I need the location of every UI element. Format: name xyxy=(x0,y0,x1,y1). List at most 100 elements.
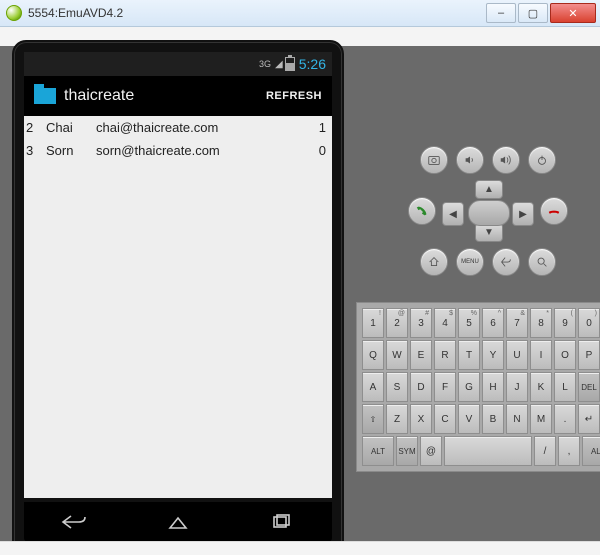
key-d[interactable]: D xyxy=(410,372,432,402)
hw-menu-button[interactable]: MENU xyxy=(456,248,484,276)
folder-icon xyxy=(34,88,56,104)
clock: 5:26 xyxy=(299,56,326,72)
key-0[interactable]: )0 xyxy=(578,308,600,338)
hw-dpad-left[interactable]: ◀ xyxy=(442,202,464,226)
key-w[interactable]: W xyxy=(386,340,408,370)
window-title: 5554:EmuAVD4.2 xyxy=(28,6,123,20)
key-8[interactable]: *8 xyxy=(530,308,552,338)
key-m[interactable]: M xyxy=(530,404,552,434)
key-o[interactable]: O xyxy=(554,340,576,370)
battery-icon xyxy=(285,57,295,71)
hw-home-button[interactable] xyxy=(420,248,448,276)
key-a[interactable]: A xyxy=(362,372,384,402)
hw-dpad: ▲ ▼ ◀ ▶ xyxy=(442,180,534,242)
hw-call-button[interactable] xyxy=(408,197,436,225)
key-alt[interactable]: ALT xyxy=(362,436,394,466)
key-6[interactable]: ^6 xyxy=(482,308,504,338)
data-list: 2 Chai chai@thaicreate.com 1 3 Sorn sorn… xyxy=(24,116,332,162)
window-minimize-button[interactable]: – xyxy=(486,3,516,23)
emulator-body: 3G ◢ 5:26 thaicreate REFRESH xyxy=(0,46,600,555)
app-action-bar: thaicreate REFRESH xyxy=(24,76,332,116)
key-7[interactable]: &7 xyxy=(506,308,528,338)
key-[interactable] xyxy=(444,436,532,466)
hardware-keyboard: !1@2#3$4%5^6&7*8(9)0 QWERTYUIOP ASDFGHJK… xyxy=(356,302,600,472)
key-e[interactable]: E xyxy=(410,340,432,370)
key-z[interactable]: Z xyxy=(386,404,408,434)
hw-dpad-center[interactable] xyxy=(468,200,510,226)
key-g[interactable]: G xyxy=(458,372,480,402)
hw-back-button[interactable] xyxy=(492,248,520,276)
key-alt[interactable]: ALT xyxy=(582,436,600,466)
phone-frame: 3G ◢ 5:26 thaicreate REFRESH xyxy=(12,40,344,555)
signal-icon: ◢ xyxy=(275,59,281,70)
key-9[interactable]: (9 xyxy=(554,308,576,338)
key-v[interactable]: V xyxy=(458,404,480,434)
window-maximize-button[interactable]: ▢ xyxy=(518,3,548,23)
key-j[interactable]: J xyxy=(506,372,528,402)
hw-dpad-right[interactable]: ▶ xyxy=(512,202,534,226)
key-5[interactable]: %5 xyxy=(458,308,480,338)
hw-camera-button[interactable] xyxy=(420,146,448,174)
android-nav-bar xyxy=(24,502,332,542)
cell-status: 0 xyxy=(306,143,326,158)
hardware-buttons: ▲ ▼ ◀ ▶ MENU xyxy=(408,146,568,276)
key-f[interactable]: F xyxy=(434,372,456,402)
cell-email: sorn@thaicreate.com xyxy=(96,143,306,158)
nav-recent-button[interactable] xyxy=(267,514,295,530)
hw-power-button[interactable] xyxy=(528,146,556,174)
app-icon xyxy=(6,5,22,21)
phone-screen: 3G ◢ 5:26 thaicreate REFRESH xyxy=(24,52,332,498)
key-,[interactable]: , xyxy=(558,436,580,466)
host-taskbar-strip xyxy=(0,541,600,555)
cell-id: 2 xyxy=(26,120,46,135)
key-4[interactable]: $4 xyxy=(434,308,456,338)
key-s[interactable]: S xyxy=(386,372,408,402)
hw-search-button[interactable] xyxy=(528,248,556,276)
hw-end-call-button[interactable] xyxy=(540,197,568,225)
key-del[interactable]: DEL xyxy=(578,372,600,402)
key-3[interactable]: #3 xyxy=(410,308,432,338)
hardware-controls-pane: ▲ ▼ ◀ ▶ MENU !1@2#3$4%5^6&7*8 xyxy=(356,46,600,555)
key-l[interactable]: L xyxy=(554,372,576,402)
app-title: thaicreate xyxy=(64,87,134,105)
cell-name: Sorn xyxy=(46,143,96,158)
key-p[interactable]: P xyxy=(578,340,600,370)
key-i[interactable]: I xyxy=(530,340,552,370)
nav-back-button[interactable] xyxy=(61,514,89,530)
key-2[interactable]: @2 xyxy=(386,308,408,338)
key-y[interactable]: Y xyxy=(482,340,504,370)
cell-status: 1 xyxy=(306,120,326,135)
window-close-button[interactable]: ✕ xyxy=(550,3,596,23)
key-t[interactable]: T xyxy=(458,340,480,370)
table-row[interactable]: 3 Sorn sorn@thaicreate.com 0 xyxy=(24,139,332,162)
hw-volume-down-button[interactable] xyxy=(456,146,484,174)
key-n[interactable]: N xyxy=(506,404,528,434)
key-⇧[interactable]: ⇧ xyxy=(362,404,384,434)
android-status-bar: 3G ◢ 5:26 xyxy=(24,52,332,76)
hw-volume-up-button[interactable] xyxy=(492,146,520,174)
key-1[interactable]: !1 xyxy=(362,308,384,338)
table-row[interactable]: 2 Chai chai@thaicreate.com 1 xyxy=(24,116,332,139)
key-h[interactable]: H xyxy=(482,372,504,402)
refresh-button[interactable]: REFRESH xyxy=(266,90,322,102)
key-u[interactable]: U xyxy=(506,340,528,370)
window-titlebar: 5554:EmuAVD4.2 – ▢ ✕ xyxy=(0,0,600,27)
key-@[interactable]: @ xyxy=(420,436,442,466)
key-b[interactable]: B xyxy=(482,404,504,434)
cell-email: chai@thaicreate.com xyxy=(96,120,306,135)
key-q[interactable]: Q xyxy=(362,340,384,370)
key-x[interactable]: X xyxy=(410,404,432,434)
key-c[interactable]: C xyxy=(434,404,456,434)
cell-name: Chai xyxy=(46,120,96,135)
key-r[interactable]: R xyxy=(434,340,456,370)
key-/[interactable]: / xyxy=(534,436,556,466)
key-.[interactable]: . xyxy=(554,404,576,434)
key-↵[interactable]: ↵ xyxy=(578,404,600,434)
key-sym[interactable]: SYM xyxy=(396,436,418,466)
hw-dpad-up[interactable]: ▲ xyxy=(475,180,503,199)
key-k[interactable]: K xyxy=(530,372,552,402)
emulator-window: 5554:EmuAVD4.2 – ▢ ✕ 3G ◢ 5:26 xyxy=(0,0,600,555)
cell-id: 3 xyxy=(26,143,46,158)
nav-home-button[interactable] xyxy=(164,514,192,530)
device-pane: 3G ◢ 5:26 thaicreate REFRESH xyxy=(0,46,356,555)
